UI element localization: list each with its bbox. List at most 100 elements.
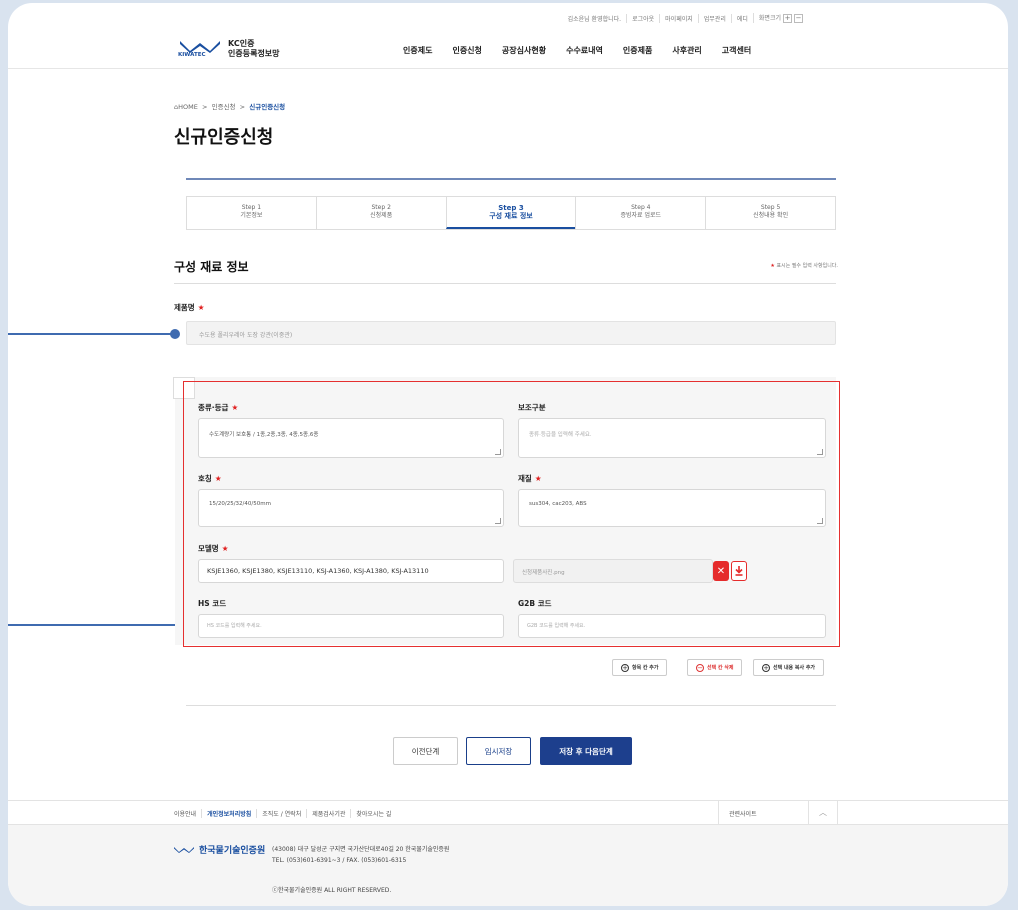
nav-item-support[interactable]: 고객센터 [722,45,751,56]
step-number: Step 4 [631,204,651,211]
font-plus-button[interactable]: + [783,14,792,23]
footer-link-inspection[interactable]: 제품검사기관 [306,809,350,818]
logout-link[interactable]: 로그아웃 [626,13,659,23]
breadcrumb-apply[interactable]: 인증신청 [212,103,236,111]
nav-item-after-management[interactable]: 사후관리 [672,45,701,56]
logo-line2: 인증등록정보망 [228,49,280,58]
footer-logo: 한국물기술인증원 [173,843,265,856]
logo-line1: KC인증 [228,39,255,48]
size-textarea[interactable]: 15/20/25/32/40/50mm [198,489,504,527]
step-label: 신청내용 확인 [753,212,789,219]
material-textarea[interactable]: sus304, cac203, ABS [518,489,826,527]
nav-item-factory-audit[interactable]: 공장심사현황 [502,45,546,56]
temp-save-button[interactable]: 임시저장 [466,737,531,765]
model-label: 모델명 ★ [198,543,228,554]
title-divider [186,178,836,180]
model-input[interactable]: KSJE1360, KSJE1380, KSJE13110, KSJ-A1360… [198,559,504,583]
required-star-icon: ★ [197,303,205,312]
utility-bar: 김소윤님 환영합니다. 로그아웃 마이페이지 업무관리 에디 화면크기 + − [563,13,808,23]
g2b-code-label: G2B 코드 [518,599,552,608]
required-note-text: 표시는 필수 입력 사항입니다. [776,263,838,269]
edit-link[interactable]: 에디 [730,13,753,23]
file-download-button[interactable] [731,561,747,581]
footer-link-org[interactable]: 조직도 / 연락처 [256,809,306,818]
step-number: Step 3 [498,204,524,212]
delete-row-label: 선택 칸 삭제 [707,665,734,671]
mypage-link[interactable]: 마이페이지 [659,13,698,23]
section-divider [174,283,836,284]
step-number: Step 5 [760,204,781,211]
prev-step-button[interactable]: 이전단계 [393,737,458,765]
font-minus-button[interactable]: − [794,14,803,23]
hs-code-input[interactable]: HS 코드를 입력해 주세요. [198,614,504,638]
resize-handle-icon[interactable] [817,449,823,455]
header: KIWATEC KC인증 인증등록정보망 인증제도 인증신청 공장심사현황 수수… [8,29,1008,69]
product-name-label-text: 제품명 [174,303,195,312]
breadcrumb-current: 신규인증신청 [249,103,286,111]
footer-link-guide[interactable]: 이용안내 [174,809,201,818]
delete-row-button[interactable]: − 선택 칸 삭제 [687,659,743,676]
annotation-line [8,333,174,335]
size-label: 호칭 ★ [198,473,222,484]
footer-nav: 이용안내 개인정보처리방침 조직도 / 연락처 제품검사기관 찾아오시는 길 관… [8,800,1008,825]
copyright: ⓒ한국물기술인증원 ALL RIGHT RESERVED. [272,887,392,894]
address-text: (43008) 대구 달성군 구지면 국가산단대로40길 20 한국물기술인증원 [272,846,450,853]
resize-handle-icon[interactable] [495,449,501,455]
footer-link-privacy[interactable]: 개인정보처리방침 [201,809,256,818]
chevron-up-icon: ︿ [819,808,827,817]
type-grade-label-text: 종류·등급 [198,403,229,412]
copy-row-button[interactable]: + 선택 내용 복사 추가 [753,659,825,676]
breadcrumb: ⌂HOME > 인증신청 > 신규인증신청 [174,101,285,111]
type-grade-textarea[interactable]: 수도계량기 보호통 / 1종,2종,3종, 4종,5종,6종 [198,418,504,458]
download-icon [735,566,743,576]
kiwatec-logo-icon: KIWATEC [178,38,222,60]
step-label: 증빙자료 업로드 [620,212,662,219]
close-icon: ✕ [716,565,726,577]
size-value: 15/20/25/32/40/50mm [209,501,271,507]
resize-handle-icon[interactable] [495,518,501,524]
annotation-line [8,624,178,626]
scroll-top-button[interactable]: ︿ [808,801,838,824]
resize-handle-icon[interactable] [817,518,823,524]
main-nav: 인증제도 인증신청 공장심사현황 수수료내역 인증제품 사후관리 고객센터 [403,45,771,56]
aux-label: 보조구분 [518,403,546,412]
g2b-code-input[interactable]: G2B 코드를 입력해 주세요. [518,614,826,638]
save-next-button[interactable]: 저장 후 다음단계 [540,737,632,765]
font-size-label: 화면크기 + − [752,13,808,23]
font-size-text: 화면크기 [758,15,781,22]
breadcrumb-home[interactable]: HOME [178,103,198,111]
size-label-text: 호칭 [198,474,212,483]
required-note: ★ 표시는 필수 입력 사항입니다. [770,262,838,269]
plus-circle-icon: + [621,663,629,672]
add-row-label: 항목 칸 추가 [632,665,659,671]
nav-item-fees[interactable]: 수수료내역 [566,45,603,56]
step-number: Step 2 [371,204,391,211]
nav-item-system[interactable]: 인증제도 [403,45,432,56]
plus-circle-icon: + [762,663,770,672]
page-title: 신규인증신청 [174,127,274,148]
product-name-field: 수도용 폴리우레아 도장 강관(이중관) [186,321,836,345]
nav-item-apply[interactable]: 인증신청 [452,45,481,56]
file-delete-button[interactable]: ✕ [713,561,729,581]
add-row-button[interactable]: + 항목 칸 추가 [612,659,668,676]
material-label-text: 재질 [518,474,532,483]
section-title: 구성 재료 정보 [174,260,249,274]
footer: 한국물기술인증원 (43008) 대구 달성군 구지면 국가산단대로40길 20… [8,825,1008,906]
logo-brand: KIWATEC [178,52,206,58]
step-4: Step 4 증빙자료 업로드 [575,197,705,229]
nav-item-products[interactable]: 인증제품 [623,45,652,56]
type-grade-label: 종류·등급 ★ [198,402,238,413]
file-input[interactable]: 신청제품사진.png [513,559,713,583]
step-2: Step 2 신청제품 [315,197,446,229]
site-logo[interactable]: KIWATEC KC인증 인증등록정보망 [178,38,280,60]
welcome-text: 김소윤님 환영합니다. [567,15,622,23]
kiwatec-logo-icon [174,847,194,853]
required-star-icon: ★ [770,263,775,269]
annotation-dot [170,329,180,339]
footer-link-directions[interactable]: 찾아오시는 길 [350,809,396,818]
model-label-text: 모델명 [198,544,219,553]
work-link[interactable]: 업무관리 [697,13,731,23]
related-sites-dropdown[interactable]: 관련사이트 [718,801,808,824]
aux-textarea[interactable]: 종류·등급을 입력해 주세요. [518,418,826,458]
bottom-divider [186,705,836,706]
